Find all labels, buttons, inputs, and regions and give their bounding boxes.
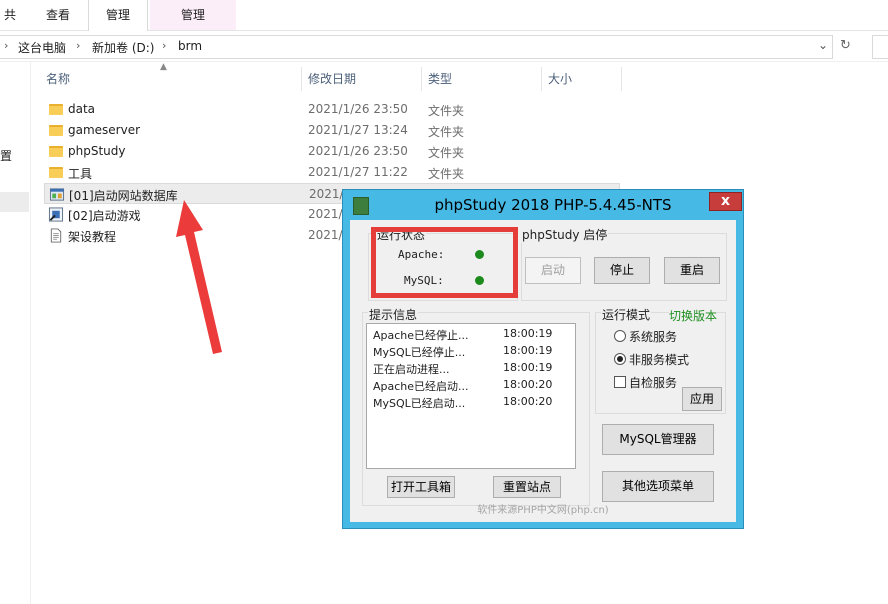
nav-item-fragment[interactable]: 置 [0, 147, 12, 164]
tab-view[interactable]: 查看 [36, 0, 80, 30]
other-options-menu-button[interactable]: 其他选项菜单 [602, 471, 714, 502]
chevron-down-icon[interactable]: ⌄ [818, 38, 828, 52]
radio-non-service-mode[interactable] [614, 353, 626, 365]
file-date: 2021/1/26 23:50 [308, 144, 408, 158]
folder-icon [49, 146, 63, 157]
radio-system-service[interactable] [614, 330, 626, 342]
file-row-data[interactable]: data 2021/1/26 23:50 文件夹 [44, 99, 620, 120]
red-box-annotation [371, 227, 518, 298]
file-name: [01]启动网站数据库 [69, 189, 178, 203]
file-date: 2021/ [308, 228, 343, 242]
log-entry: 正在启动进程... 18:00:19 [373, 361, 552, 377]
file-name: [02]启动游戏 [68, 209, 141, 223]
file-row-gameserver[interactable]: gameserver 2021/1/27 13:24 文件夹 [44, 120, 620, 141]
tab-manage-1[interactable]: 管理 [88, 0, 148, 31]
chevron-right-icon: › [76, 39, 81, 52]
window-titlebar[interactable]: phpStudy 2018 PHP-5.4.45-NTS x [343, 190, 743, 220]
open-toolbox-button[interactable]: 打开工具箱 [387, 476, 455, 498]
log-message: Apache已经停止... [373, 329, 469, 342]
column-header-type[interactable]: 类型 [422, 67, 542, 91]
file-type: 文件夹 [428, 167, 465, 181]
folder-icon [49, 167, 63, 178]
window-body: 运行状态 Apache: MySQL: phpStudy 启停 启动 停止 重启… [350, 220, 736, 522]
close-button[interactable]: x [709, 192, 742, 211]
mode-group-label: 运行模式 [601, 306, 652, 323]
text-document-icon [50, 228, 62, 243]
file-name: 工具 [68, 167, 93, 181]
chevron-right-icon: › [4, 39, 9, 52]
restart-button[interactable]: 重启 [664, 257, 720, 284]
reset-sites-button[interactable]: 重置站点 [493, 476, 561, 498]
column-header-name[interactable]: 名称 [40, 67, 302, 91]
file-name: gameserver [68, 123, 141, 137]
file-row-tools[interactable]: 工具 2021/1/27 11:22 文件夹 [44, 162, 620, 183]
software-source-text: 软件来源PHP中文网(php.cn) [477, 505, 609, 516]
folder-icon [49, 104, 63, 115]
file-name: phpStudy [68, 144, 126, 158]
file-date: 2021/1/26 23:50 [308, 102, 408, 116]
log-message: MySQL已经停止... [373, 346, 466, 359]
non-service-mode-label[interactable]: 非服务模式 [629, 351, 689, 368]
file-date: 2021/ [309, 187, 344, 201]
apply-button[interactable]: 应用 [682, 387, 722, 411]
refresh-icon[interactable]: ↻ [840, 38, 851, 53]
log-time: 18:00:20 [503, 378, 553, 391]
log-entry: MySQL已经停止... 18:00:19 [373, 344, 552, 360]
log-time: 18:00:19 [503, 344, 553, 357]
log-message: Apache已经启动... [373, 380, 469, 393]
search-input[interactable] [872, 35, 888, 59]
tab-manage-2[interactable]: 管理 [150, 0, 236, 30]
stop-button[interactable]: 停止 [594, 257, 650, 284]
log-list[interactable]: Apache已经停止... 18:00:19 MySQL已经停止... 18:00:… [366, 323, 576, 469]
address-bar[interactable]: › 这台电脑 › 新加卷 (D:) › brm ⌄ [0, 35, 833, 59]
system-service-label[interactable]: 系统服务 [629, 328, 677, 345]
window-title: phpStudy 2018 PHP-5.4.45-NTS [434, 196, 672, 214]
log-message: MySQL已经启动... [373, 397, 466, 410]
control-group-label: phpStudy 启停 [521, 226, 609, 243]
file-type: 文件夹 [428, 125, 465, 139]
switch-version-link[interactable]: 切换版本 [669, 307, 718, 324]
self-check-label[interactable]: 自检服务 [629, 374, 677, 391]
log-entry: MySQL已经启动... 18:00:20 [373, 395, 552, 411]
column-header-date[interactable]: 修改日期 [302, 67, 422, 91]
breadcrumb-brm[interactable]: brm [178, 39, 202, 53]
nav-item-selected[interactable] [0, 192, 29, 212]
log-entry: Apache已经启动... 18:00:20 [373, 378, 552, 394]
tab-share[interactable]: 共享 [0, 0, 20, 52]
file-name: 架设教程 [68, 230, 117, 244]
log-entry: Apache已经停止... 18:00:19 [373, 327, 552, 343]
column-header-size[interactable]: 大小 [542, 67, 622, 91]
log-time: 18:00:19 [503, 361, 553, 374]
folder-icon [49, 125, 63, 136]
breadcrumb-this-pc[interactable]: 这台电脑 [18, 39, 66, 56]
log-group-label: 提示信息 [368, 306, 419, 323]
log-time: 18:00:19 [503, 327, 553, 340]
file-date: 2021/ [308, 207, 343, 221]
file-date: 2021/1/27 13:24 [308, 123, 408, 137]
chevron-right-icon: › [162, 39, 167, 52]
file-type: 文件夹 [428, 104, 465, 118]
breadcrumb-drive-d[interactable]: 新加卷 (D:) [92, 39, 154, 56]
address-row: › 这台电脑 › 新加卷 (D:) › brm ⌄ ↻ [0, 31, 888, 62]
file-type: 文件夹 [428, 146, 465, 160]
file-date: 2021/1/27 11:22 [308, 165, 408, 179]
file-row-phpstudy[interactable]: phpStudy 2021/1/26 23:50 文件夹 [44, 141, 620, 162]
navigation-pane: 置 [0, 62, 31, 604]
red-arrow-annotation [176, 200, 222, 354]
shortcut-icon [48, 207, 64, 222]
mysql-manager-button[interactable]: MySQL管理器 [602, 424, 714, 455]
batch-file-icon [49, 188, 65, 201]
log-message: 正在启动进程... [373, 363, 450, 376]
self-check-checkbox[interactable] [614, 376, 626, 388]
phpstudy-window: phpStudy 2018 PHP-5.4.45-NTS x 运行状态 Apac… [342, 189, 744, 529]
file-name: data [68, 102, 96, 116]
log-time: 18:00:20 [503, 395, 553, 408]
ribbon: 共享 查看 管理 管理 [0, 0, 888, 52]
start-button[interactable]: 启动 [525, 257, 581, 284]
phpstudy-app-icon [353, 197, 369, 215]
